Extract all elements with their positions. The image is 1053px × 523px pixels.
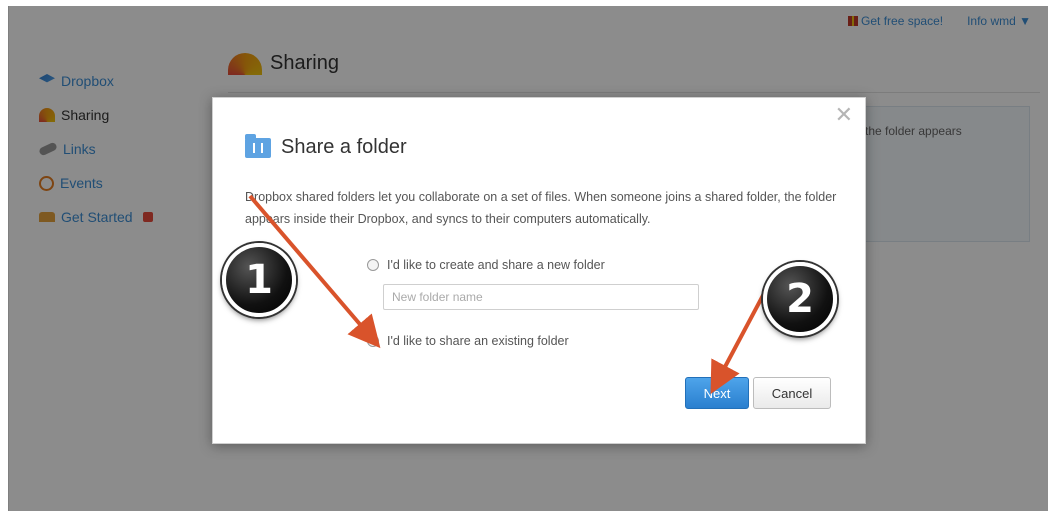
- page: Get free space! Info wmd ▼ Dropbox Shari…: [0, 0, 1053, 523]
- step-2-marker: 2: [763, 262, 837, 336]
- arrow-to-next-button: [710, 285, 770, 395]
- annotation-arrows: [248, 194, 770, 395]
- step-1-marker: 1: [222, 243, 296, 317]
